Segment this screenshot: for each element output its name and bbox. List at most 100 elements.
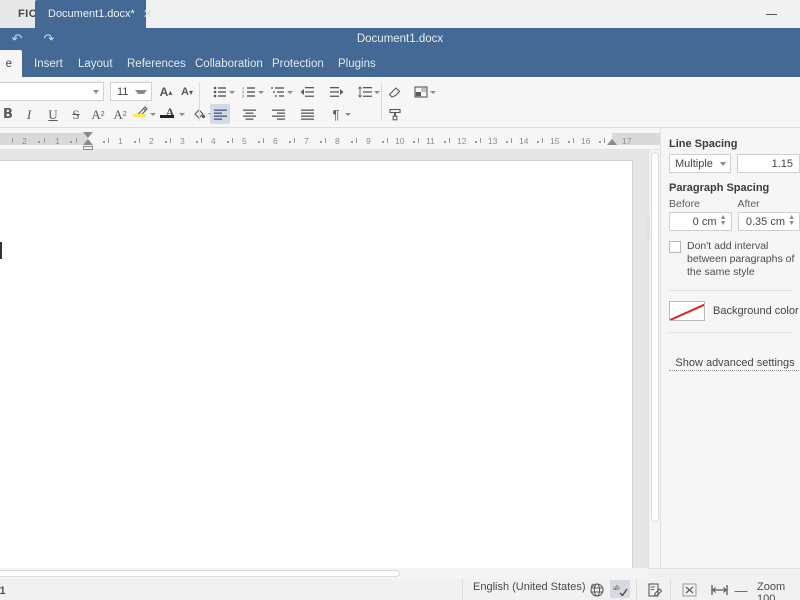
chevron-down-icon[interactable] [135, 90, 147, 94]
horizontal-scrollbar-thumb[interactable] [0, 570, 400, 577]
tab-layout[interactable]: Layout [68, 50, 123, 77]
decrease-indent-button[interactable] [297, 82, 317, 102]
document-page[interactable] [0, 161, 632, 568]
tab-insert[interactable]: Insert [24, 50, 73, 77]
align-left-icon [214, 109, 227, 120]
undo-icon[interactable]: ↶ [6, 31, 28, 47]
fit-page-button[interactable] [679, 581, 699, 599]
ruler-tick: 2 [149, 137, 154, 146]
no-interval-checkbox-row[interactable]: Don't add interval between paragraphs of… [669, 240, 800, 279]
line-spacing-title: Line Spacing [669, 138, 800, 150]
zoom-level[interactable]: Zoom 100 [757, 581, 800, 600]
align-justify-button[interactable] [297, 104, 317, 124]
language-selector[interactable]: English (United States) ^ [473, 581, 595, 593]
spellcheck-button[interactable]: ab [610, 580, 630, 598]
line-spacing-rule-select[interactable]: Multiple [669, 154, 731, 173]
font-size-input[interactable]: 11 [110, 82, 152, 101]
underline-button[interactable]: U [43, 104, 63, 124]
align-left-button[interactable] [210, 104, 230, 124]
color-scheme-dropdown[interactable] [427, 82, 437, 102]
page-count-label: of 1 [0, 585, 6, 597]
increase-indent-icon [330, 86, 344, 98]
tab-collaboration[interactable]: Collaboration [185, 50, 273, 77]
set-document-language-button[interactable] [587, 581, 607, 599]
color-scheme-icon [414, 86, 428, 99]
highlight-color-indicator [133, 114, 146, 117]
line-spacing-value-input[interactable]: 1.15 [737, 154, 800, 173]
right-indent-marker[interactable] [607, 139, 617, 145]
increase-font-size-button[interactable]: A ▴ [156, 82, 176, 102]
italic-button[interactable]: I [19, 104, 39, 124]
chevron-down-icon[interactable] [720, 162, 726, 166]
bold-button[interactable]: B [0, 104, 18, 124]
no-fill-icon [669, 301, 705, 321]
format-painter-icon [388, 108, 402, 121]
spellcheck-icon: ab [613, 582, 628, 596]
chevron-down-icon[interactable] [93, 90, 99, 94]
underline-icon: U [48, 108, 57, 121]
paragraph-marks-dropdown[interactable] [342, 104, 352, 124]
tab-home[interactable]: e [0, 50, 22, 77]
show-advanced-settings-link[interactable]: Show advanced settings [669, 357, 800, 371]
ruler-track: 2 1 1 2 3 4 5 6 7 8 9 10 11 12 13 14 15 … [0, 133, 660, 145]
align-right-button[interactable] [268, 104, 288, 124]
spacing-before-input[interactable]: 0 cm ▲▼ [669, 212, 732, 231]
tab-plugins[interactable]: Plugins [328, 50, 386, 77]
highlight-dropdown[interactable] [147, 104, 157, 124]
vertical-scrollbar[interactable] [648, 150, 660, 568]
minimize-button[interactable] [756, 0, 786, 28]
background-color-row[interactable]: Background color [669, 301, 800, 321]
font-name-input[interactable] [0, 82, 104, 101]
line-spacing-icon [358, 86, 372, 98]
bullet-list-dropdown[interactable] [226, 82, 236, 102]
subscript-button[interactable]: A2 [110, 104, 130, 124]
tab-references-label: References [127, 58, 186, 70]
svg-text:ab: ab [613, 584, 620, 592]
first-line-indent-marker[interactable] [83, 132, 93, 138]
zoom-out-icon: — [735, 583, 748, 598]
decrease-font-size-button[interactable]: A ▾ [177, 82, 197, 102]
pilcrow-icon: ¶ [333, 107, 340, 122]
tab-collaboration-label: Collaboration [195, 58, 263, 70]
zoom-label: Zoom 100 [757, 581, 800, 600]
background-color-swatch[interactable] [669, 301, 705, 321]
spinner-icon[interactable]: ▲▼ [788, 215, 795, 227]
align-center-button[interactable] [239, 104, 259, 124]
horizontal-ruler[interactable]: 2 1 1 2 3 4 5 6 7 8 9 10 11 12 13 14 15 … [0, 128, 660, 150]
ruler-tick: 7 [304, 137, 309, 146]
vertical-scrollbar-thumb[interactable] [651, 152, 659, 522]
horizontal-scrollbar[interactable] [0, 568, 648, 579]
title-bar-background [146, 0, 800, 28]
tab-protection[interactable]: Protection [262, 50, 334, 77]
track-changes-button[interactable] [645, 581, 665, 599]
zoom-out-button[interactable]: — [731, 581, 751, 599]
align-justify-icon [301, 109, 314, 120]
spacing-after-input[interactable]: 0.35 cm ▲▼ [738, 212, 800, 231]
ribbon-toolbar: 11 A ▴ A ▾ B I U S A2 A2 [0, 77, 800, 128]
tab-references[interactable]: References [117, 50, 196, 77]
redo-icon[interactable]: ↷ [38, 31, 60, 47]
close-icon[interactable]: ✕ [143, 8, 153, 20]
ruler-tick: 12 [457, 137, 466, 146]
document-tab[interactable]: Document1.docx* ✕ [35, 0, 146, 28]
document-canvas[interactable] [0, 150, 660, 568]
numbered-list-icon: 1 2 3 [242, 86, 256, 98]
copy-style-button[interactable] [385, 104, 405, 124]
fit-width-button[interactable] [709, 581, 729, 599]
spinner-icon[interactable]: ▲▼ [720, 215, 727, 227]
panel-collapse-handle[interactable] [645, 215, 650, 239]
ruler-tick: 13 [488, 137, 497, 146]
ribbon-tab-bar: e Insert Layout References Collaboration… [0, 50, 800, 77]
hanging-indent-marker[interactable] [83, 139, 93, 145]
eraser-icon [388, 86, 402, 99]
tab-plugins-label: Plugins [338, 58, 376, 70]
strikeout-button[interactable]: S [66, 104, 86, 124]
no-interval-checkbox[interactable] [669, 241, 681, 253]
increase-indent-button[interactable] [327, 82, 347, 102]
font-color-dropdown[interactable] [176, 104, 186, 124]
numbered-list-dropdown[interactable] [255, 82, 265, 102]
clear-formatting-button[interactable] [385, 82, 405, 102]
multilevel-list-dropdown[interactable] [284, 82, 294, 102]
line-spacing-dropdown[interactable] [371, 82, 381, 102]
superscript-button[interactable]: A2 [88, 104, 108, 124]
